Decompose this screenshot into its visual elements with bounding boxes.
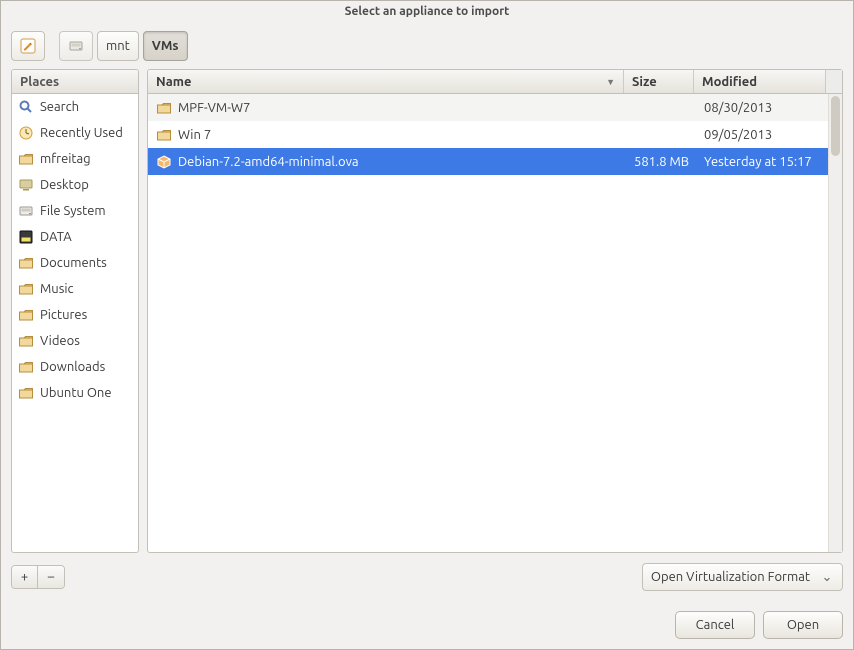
column-label: Modified [702, 75, 757, 89]
button-label: Open [787, 618, 819, 632]
folder-icon [18, 385, 34, 401]
dialog-content: mnt VMs Places Search Recently Used mfreit… [1, 23, 853, 649]
folder-icon [18, 307, 34, 323]
file-row[interactable]: MPF-VM-W7 08/30/2013 [148, 94, 828, 121]
file-pane: Name ▼ Size Modified MPF-VM-W7 08/30/2013… [147, 69, 843, 553]
file-name: Debian-7.2-amd64-minimal.ova [178, 155, 359, 169]
places-item-label: Pictures [40, 308, 87, 322]
button-label: Cancel [696, 618, 735, 632]
pencil-icon [20, 38, 36, 54]
below-panes-row: + – Open Virtualization Format ⌄ [11, 563, 843, 591]
home-icon [18, 151, 34, 167]
places-item-pictures[interactable]: Pictures [12, 302, 138, 328]
edit-path-button[interactable] [11, 31, 45, 61]
folder-icon [156, 127, 172, 143]
file-modified: Yesterday at 15:17 [696, 155, 828, 169]
places-item-label: Videos [40, 334, 80, 348]
file-size: 581.8 MB [626, 155, 696, 169]
places-item-music[interactable]: Music [12, 276, 138, 302]
places-item-label: Desktop [40, 178, 89, 192]
file-row[interactable]: Win 7 09/05/2013 [148, 121, 828, 148]
places-item-label: Downloads [40, 360, 105, 374]
folder-icon [18, 255, 34, 271]
column-label: Size [632, 75, 657, 89]
scrollbar[interactable] [828, 94, 842, 552]
places-item-data[interactable]: DATA [12, 224, 138, 250]
places-item-label: File System [40, 204, 106, 218]
search-icon [18, 99, 34, 115]
open-button[interactable]: Open [763, 611, 843, 639]
disk-icon [18, 229, 34, 245]
breadcrumb-label: VMs [152, 39, 179, 53]
places-item-label: Ubuntu One [40, 386, 112, 400]
folder-icon [18, 333, 34, 349]
column-scrollbar-spacer [826, 70, 842, 93]
places-item-recently-used[interactable]: Recently Used [12, 120, 138, 146]
breadcrumb-vms[interactable]: VMs [143, 31, 188, 61]
file-body: MPF-VM-W7 08/30/2013 Win 7 09/05/2013 Debian… [148, 94, 842, 552]
places-header: Places [12, 70, 138, 94]
file-name: Win 7 [178, 128, 211, 142]
places-item-documents[interactable]: Documents [12, 250, 138, 276]
cancel-button[interactable]: Cancel [675, 611, 755, 639]
minus-icon: – [48, 570, 54, 584]
places-list: Search Recently Used mfreitag Desktop File S… [12, 94, 138, 552]
folder-icon [156, 100, 172, 116]
file-columns-header: Name ▼ Size Modified [148, 70, 842, 94]
places-item-videos[interactable]: Videos [12, 328, 138, 354]
folder-icon [18, 359, 34, 375]
column-size[interactable]: Size [624, 70, 694, 93]
panes: Places Search Recently Used mfreitag Deskto… [11, 69, 843, 553]
path-toolbar: mnt VMs [11, 29, 843, 63]
file-modified: 08/30/2013 [696, 101, 828, 115]
package-icon [156, 154, 172, 170]
file-type-filter[interactable]: Open Virtualization Format ⌄ [642, 563, 843, 591]
column-label: Name [156, 75, 191, 89]
places-edit-buttons: + – [11, 565, 65, 589]
chevron-down-icon: ⌄ [820, 570, 834, 585]
file-modified: 09/05/2013 [696, 128, 828, 142]
column-modified[interactable]: Modified [694, 70, 826, 93]
plus-icon: + [21, 570, 28, 584]
fs-icon [18, 203, 34, 219]
breadcrumb-label: mnt [106, 39, 130, 53]
places-item-label: Search [40, 100, 79, 114]
breadcrumb-mnt[interactable]: mnt [97, 31, 139, 61]
window-title: Select an appliance to import [1, 1, 853, 23]
places-item-file-system[interactable]: File System [12, 198, 138, 224]
places-item-label: Documents [40, 256, 107, 270]
places-item-label: DATA [40, 230, 72, 244]
places-item-mfreitag[interactable]: mfreitag [12, 146, 138, 172]
places-item-label: Recently Used [40, 126, 123, 140]
sort-indicator-icon: ▼ [606, 77, 615, 87]
folder-icon [18, 281, 34, 297]
places-item-label: Music [40, 282, 74, 296]
file-rows: MPF-VM-W7 08/30/2013 Win 7 09/05/2013 Debian… [148, 94, 828, 552]
file-name: MPF-VM-W7 [178, 101, 250, 115]
remove-bookmark-button[interactable]: – [38, 566, 64, 588]
places-item-ubuntu-one[interactable]: Ubuntu One [12, 380, 138, 406]
places-item-label: mfreitag [40, 152, 91, 166]
places-item-desktop[interactable]: Desktop [12, 172, 138, 198]
drive-icon [68, 38, 84, 54]
file-row[interactable]: Debian-7.2-amd64-minimal.ova 581.8 MBYest… [148, 148, 828, 175]
places-pane: Places Search Recently Used mfreitag Deskto… [11, 69, 139, 553]
filter-label: Open Virtualization Format [651, 570, 810, 584]
desktop-icon [18, 177, 34, 193]
add-bookmark-button[interactable]: + [12, 566, 38, 588]
dialog-footer: Cancel Open [11, 611, 843, 639]
scrollbar-thumb[interactable] [831, 96, 840, 156]
file-dialog: Select an appliance to import mnt VMs [0, 0, 854, 650]
places-item-downloads[interactable]: Downloads [12, 354, 138, 380]
recent-icon [18, 125, 34, 141]
breadcrumb-root[interactable] [59, 31, 93, 61]
column-name[interactable]: Name ▼ [148, 70, 624, 93]
places-item-search[interactable]: Search [12, 94, 138, 120]
